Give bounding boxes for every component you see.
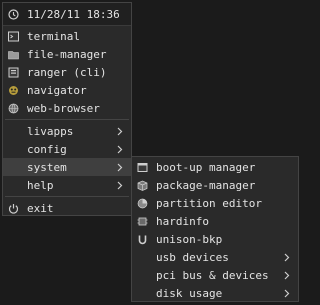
- menu-item-label: help: [27, 178, 54, 192]
- power-icon: [8, 203, 19, 214]
- chevron-right-icon: [282, 253, 292, 262]
- menu-item-navigator[interactable]: navigator: [3, 81, 131, 99]
- chip-icon: [137, 216, 148, 227]
- menu-item-unison-bkp[interactable]: unison-bkp: [132, 230, 298, 248]
- menu-item-system[interactable]: system: [3, 158, 131, 176]
- menu-item-web-browser[interactable]: web-browser: [3, 99, 131, 117]
- menu-item-config[interactable]: config: [3, 140, 131, 158]
- chevron-right-icon: [282, 271, 292, 280]
- menu-item-label: livapps: [27, 124, 74, 138]
- menu-item-label: config: [27, 142, 67, 156]
- menu-item-file-manager[interactable]: file-manager: [3, 45, 131, 63]
- menu-item-label: terminal: [27, 29, 80, 43]
- menu-item-label: pci bus & devices: [156, 268, 269, 282]
- menu-item-label: partition editor: [156, 196, 262, 210]
- globe-icon: [8, 103, 19, 114]
- chevron-right-icon: [115, 127, 125, 136]
- chevron-right-icon: [115, 163, 125, 172]
- clock-icon: [8, 8, 19, 20]
- menu-item-disk-usage[interactable]: disk usage: [132, 284, 298, 302]
- menu-item-terminal[interactable]: terminal: [3, 27, 131, 45]
- folder-icon: [8, 49, 19, 60]
- menu-item-livapps[interactable]: livapps: [3, 122, 131, 140]
- window-icon: [137, 162, 148, 173]
- menu-item-label: disk usage: [156, 286, 223, 300]
- menu-item-label: navigator: [27, 83, 87, 97]
- chevron-right-icon: [115, 145, 125, 154]
- menu-item-label: system: [27, 160, 67, 174]
- menu-item-boot-up-manager[interactable]: boot-up manager: [132, 158, 298, 176]
- file-icon: [8, 67, 19, 78]
- menu-item-pci-bus-devices[interactable]: pci bus & devices: [132, 266, 298, 284]
- menu-item-partition-editor[interactable]: partition editor: [132, 194, 298, 212]
- menu-item-label: unison-bkp: [156, 232, 223, 246]
- menu-item-help[interactable]: help: [3, 176, 131, 194]
- menu-item-label: usb devices: [156, 250, 229, 264]
- menu-item-hardinfo[interactable]: hardinfo: [132, 212, 298, 230]
- menu-item-package-manager[interactable]: package-manager: [132, 176, 298, 194]
- separator: [5, 119, 129, 120]
- menu-item-label: hardinfo: [156, 214, 209, 228]
- menu-item-label: file-manager: [27, 47, 107, 61]
- root-menu: 11/28/11 18:36 terminal file-manager ran…: [2, 2, 132, 216]
- datetime-label: 11/28/11 18:36: [27, 7, 120, 21]
- menu-item-ranger[interactable]: ranger (cli): [3, 63, 131, 81]
- terminal-icon: [8, 31, 19, 42]
- navigator-icon: [8, 85, 19, 96]
- chevron-right-icon: [115, 181, 125, 190]
- menu-header: 11/28/11 18:36: [3, 3, 131, 26]
- separator: [5, 196, 129, 197]
- unison-icon: [137, 234, 148, 245]
- system-submenu: boot-up manager package-manager partitio…: [131, 156, 299, 302]
- menu-item-label: exit: [27, 201, 54, 215]
- menu-item-label: package-manager: [156, 178, 256, 192]
- package-icon: [137, 180, 148, 191]
- menu-item-exit[interactable]: exit: [3, 199, 131, 217]
- chevron-right-icon: [282, 289, 292, 298]
- menu-item-label: ranger (cli): [27, 65, 107, 79]
- menu-item-usb-devices[interactable]: usb devices: [132, 248, 298, 266]
- disk-icon: [137, 198, 148, 209]
- menu-item-label: web-browser: [27, 101, 100, 115]
- menu-item-label: boot-up manager: [156, 160, 256, 174]
